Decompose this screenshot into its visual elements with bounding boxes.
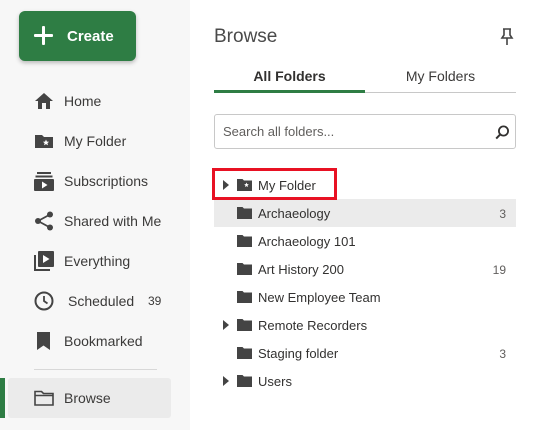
left-navigation: Create Home My Folder Subscriptions Shar… (0, 0, 190, 430)
folder-name: Staging folder (258, 346, 339, 361)
scheduled-count-badge: 39 (148, 294, 162, 308)
nav-item-home[interactable]: Home (0, 83, 190, 119)
nav-item-label: Subscriptions (64, 173, 149, 189)
search-icon[interactable] (495, 125, 510, 140)
create-button[interactable]: Create (19, 11, 136, 61)
folder-search (214, 114, 516, 149)
folder-name: Archaeology (258, 206, 331, 221)
folder-name: My Folder (258, 178, 316, 193)
bookmark-icon (37, 332, 50, 350)
nav-item-label: Bookmarked (64, 333, 143, 349)
folder-name: Archaeology 101 (258, 234, 356, 249)
plus-icon (34, 26, 53, 45)
clock-icon (34, 291, 54, 311)
pin-icon[interactable] (500, 28, 514, 46)
folder-count: 3 (499, 347, 506, 361)
folder-icon (237, 347, 252, 359)
star-folder-icon (35, 135, 53, 148)
nav-item-browse[interactable]: Browse (8, 378, 171, 418)
folder-icon (237, 235, 252, 247)
nav-item-everything[interactable]: Everything (0, 243, 190, 279)
nav-item-subscriptions[interactable]: Subscriptions (0, 163, 190, 199)
folder-name: Art History 200 (258, 262, 344, 277)
folder-icon (237, 375, 252, 387)
search-input[interactable] (223, 115, 483, 148)
folder-name: Users (258, 374, 292, 389)
tab-all-folders[interactable]: All Folders (214, 60, 365, 93)
nav-item-label: Everything (64, 253, 131, 269)
expand-caret-icon[interactable] (223, 180, 229, 190)
folder-icon (237, 319, 252, 331)
folder-count: 19 (492, 263, 506, 277)
play-library-icon (34, 251, 54, 271)
nav-item-bookmarked[interactable]: Bookmarked (0, 323, 190, 359)
expand-caret-icon[interactable] (223, 376, 229, 386)
folder-row-archaeology[interactable]: Archaeology 3 (214, 199, 516, 227)
folder-outline-icon (34, 390, 54, 406)
nav-divider (34, 369, 157, 370)
folder-icon (237, 291, 252, 303)
folder-icon (237, 207, 252, 219)
home-icon (35, 93, 53, 109)
folder-name: Remote Recorders (258, 318, 368, 333)
folder-row-archaeology-101[interactable]: Archaeology 101 (214, 227, 516, 255)
expand-caret-icon[interactable] (223, 320, 229, 330)
tab-my-folders[interactable]: My Folders (365, 60, 516, 93)
nav-item-my-folder[interactable]: My Folder (0, 123, 190, 159)
nav-item-scheduled[interactable]: Scheduled 39 (0, 283, 190, 319)
folder-icon (237, 263, 252, 275)
folder-row-new-employee-team[interactable]: New Employee Team (214, 283, 516, 311)
folder-count: 3 (499, 207, 506, 221)
active-indicator (0, 378, 5, 418)
nav-item-label: Browse (64, 390, 111, 406)
folder-row-art-history-200[interactable]: Art History 200 19 (214, 255, 516, 283)
subscriptions-icon (34, 172, 54, 191)
nav-item-shared-with-me[interactable]: Shared with Me (0, 203, 190, 239)
tab-label: All Folders (253, 68, 326, 84)
panel-title: Browse (214, 26, 278, 47)
tab-label: My Folders (405, 68, 476, 84)
nav-item-label: Shared with Me (64, 213, 162, 229)
share-icon (35, 211, 53, 231)
folder-row-staging-folder[interactable]: Staging folder 3 (214, 339, 516, 367)
nav-item-label: Home (64, 93, 102, 109)
star-folder-icon (237, 179, 252, 191)
folder-row-my-folder[interactable]: My Folder (214, 171, 516, 199)
nav-item-label: My Folder (64, 133, 127, 149)
folder-tabs: All Folders My Folders (214, 60, 516, 94)
folder-row-remote-recorders[interactable]: Remote Recorders (214, 311, 516, 339)
nav-item-label: Scheduled (68, 293, 135, 309)
folder-name: New Employee Team (258, 290, 381, 305)
folder-row-users[interactable]: Users (214, 367, 516, 395)
create-button-label: Create (67, 28, 114, 45)
